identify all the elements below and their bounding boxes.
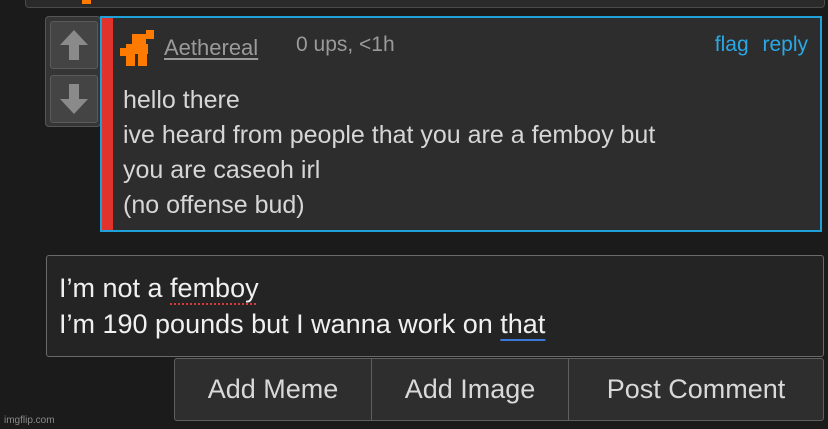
upvote-button[interactable] xyxy=(50,21,98,69)
reply-text: I’m not a xyxy=(59,273,171,303)
comment-line: (no offense bud) xyxy=(123,191,305,219)
grammar-flagged-word: that xyxy=(500,309,546,339)
misspelled-word: femboy xyxy=(170,273,259,303)
comment-username[interactable]: Aethereal xyxy=(164,35,258,61)
post-comment-button[interactable]: Post Comment xyxy=(569,359,823,420)
vote-panel xyxy=(45,16,101,127)
previous-comment-panel xyxy=(25,0,825,8)
reply-line: I’m 190 pounds but I wanna work on that xyxy=(59,306,823,342)
add-meme-button[interactable]: Add Meme xyxy=(175,359,372,420)
reply-text: I’m 190 pounds but I wanna work on xyxy=(59,309,501,339)
comment-card: Aethereal 0 ups, <1h flag reply hello th… xyxy=(100,16,822,232)
add-image-button[interactable]: Add Image xyxy=(372,359,569,420)
reply-link[interactable]: reply xyxy=(762,33,808,56)
comment-actions: flag reply xyxy=(707,33,808,57)
reply-textarea[interactable]: I’m not a femboy I’m 190 pounds but I wa… xyxy=(46,255,824,357)
comment-button-group: Add Meme Add Image Post Comment xyxy=(174,358,824,421)
arrow-up-icon xyxy=(60,30,88,60)
arrow-down-icon xyxy=(60,84,88,114)
imgflip-watermark: imgflip.com xyxy=(4,415,55,426)
downvote-button[interactable] xyxy=(50,75,98,123)
user-avatar-icon[interactable] xyxy=(118,28,160,70)
comment-line: you are caseoh irl xyxy=(123,156,321,184)
comment-body: hello there ive heard from people that y… xyxy=(123,83,655,223)
comment-meta: 0 ups, <1h xyxy=(296,33,395,56)
comment-side-bar xyxy=(102,18,113,230)
comment-line: ive heard from people that you are a fem… xyxy=(123,121,656,149)
reply-line: I’m not a femboy xyxy=(59,270,823,306)
comment-line: hello there xyxy=(123,86,240,114)
flag-link[interactable]: flag xyxy=(715,33,749,56)
previous-comment-accent xyxy=(82,0,91,4)
